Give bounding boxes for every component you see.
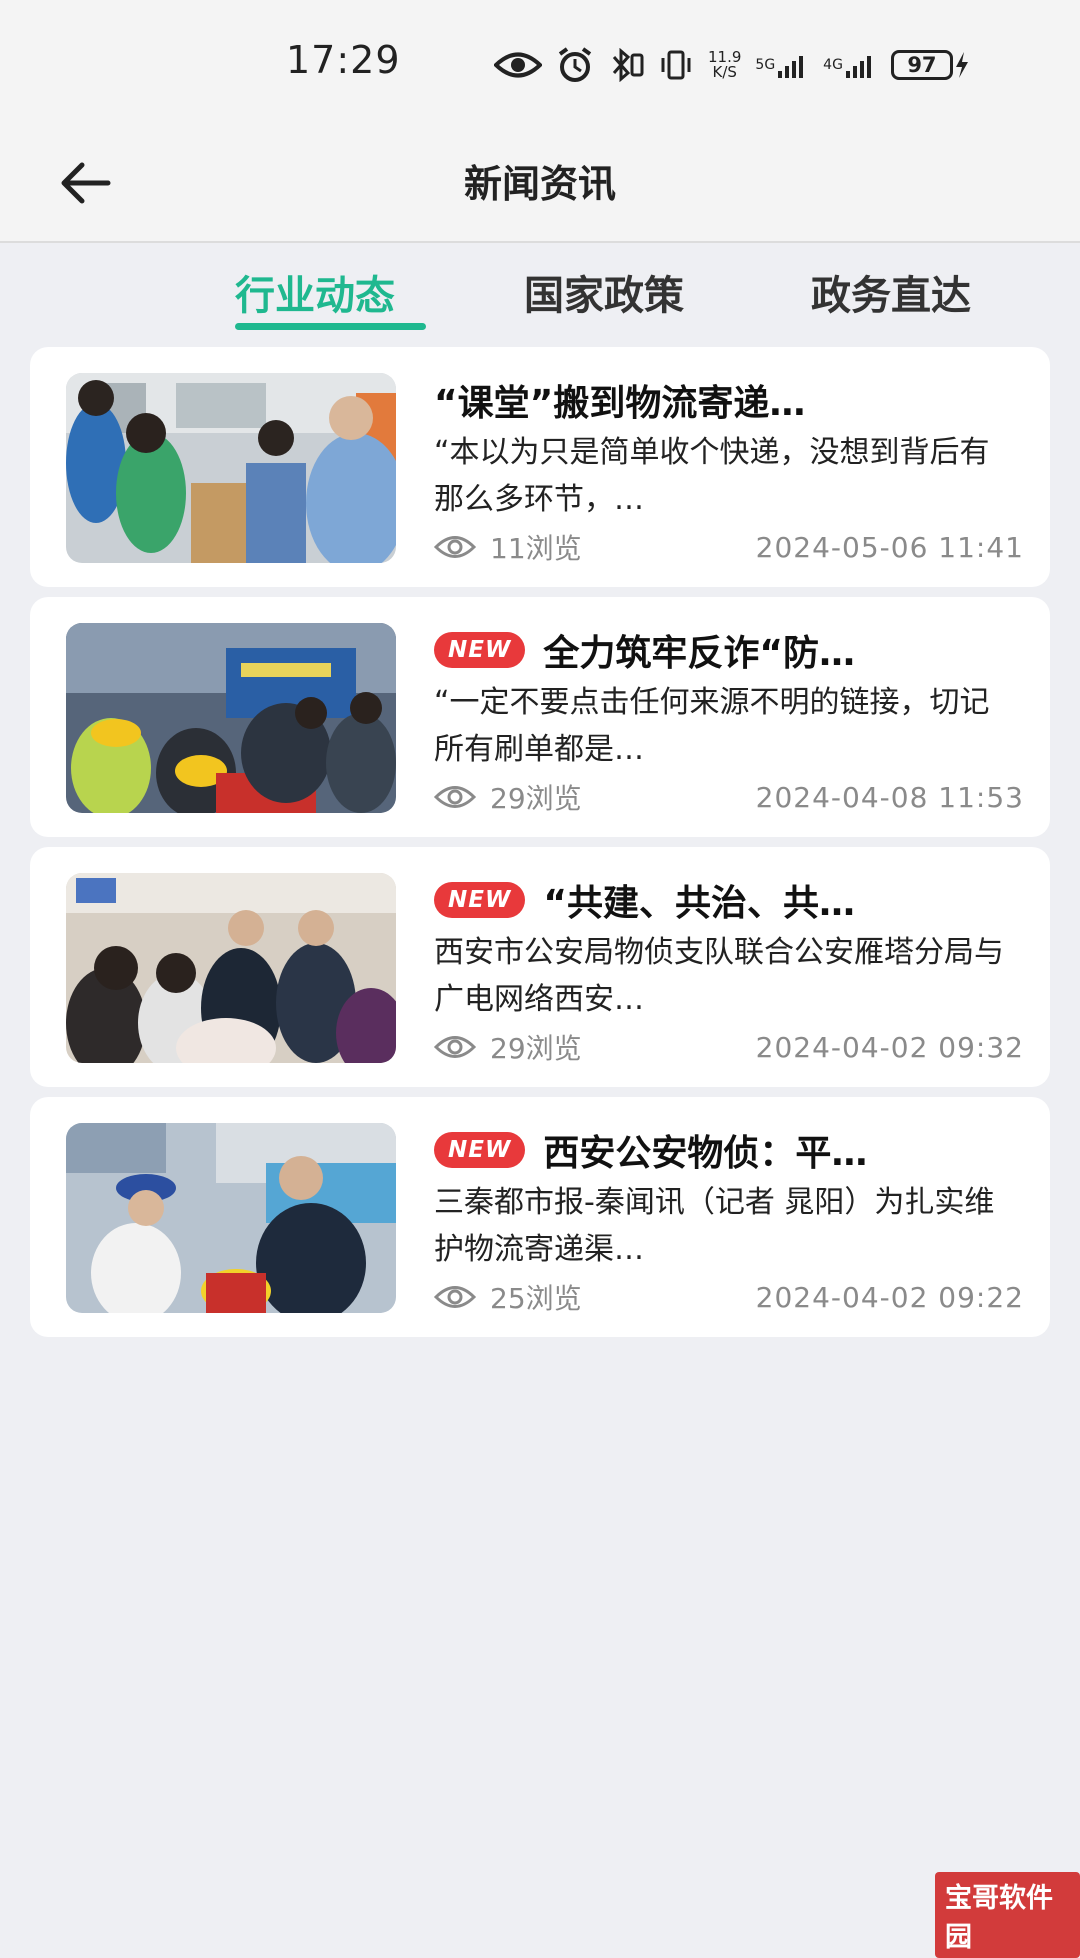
tab-bar: 行业动态 国家政策 政务直达: [0, 243, 1080, 343]
news-meta: 11浏览 2024-05-06 11:41: [434, 527, 1024, 567]
net-speed-unit: K/S: [712, 63, 737, 81]
news-meta: 29浏览 2024-04-08 11:53: [434, 777, 1024, 817]
network-speed: 11.9 K/S: [708, 50, 741, 80]
new-badge: NEW: [434, 632, 526, 668]
battery-level: 97: [890, 50, 953, 80]
app-header: 新闻资讯: [0, 125, 1080, 243]
news-title: “课堂”搬到物流寄递…: [434, 373, 1034, 427]
alarm-icon: [556, 46, 594, 84]
battery-icon: 97: [890, 50, 971, 80]
new-badge: NEW: [434, 882, 526, 918]
tab-national-policy[interactable]: 国家政策: [524, 263, 684, 321]
watermark: 宝哥软件园: [935, 1872, 1080, 1958]
bluetooth-icon: [608, 48, 644, 82]
status-bar: 17:29 11.9 K/S 5G 4G 97: [0, 0, 1080, 125]
news-title: NEW 西安公安物侦：平…: [434, 1123, 1034, 1177]
view-count-eye-icon: [434, 1286, 476, 1308]
view-count: 29浏览: [490, 1032, 582, 1065]
view-count: 29浏览: [490, 782, 582, 815]
news-meta: 29浏览 2024-04-02 09:32: [434, 1027, 1024, 1067]
status-icons: 11.9 K/S 5G 4G 97: [494, 42, 971, 88]
publish-date: 2024-04-02 09:22: [755, 1280, 1024, 1314]
news-title: NEW 全力筑牢反诈“防…: [434, 623, 1034, 677]
view-count: 11浏览: [490, 532, 582, 565]
news-title-text: 全力筑牢反诈“防…: [543, 633, 856, 674]
news-summary: “一定不要点击任何来源不明的链接，切记所有刷单都是…: [434, 685, 990, 767]
publish-date: 2024-04-08 11:53: [755, 780, 1024, 814]
news-card[interactable]: “课堂”搬到物流寄递… “本以为只是简单收个快递，没想到背后有那么多环节，… 1…: [30, 347, 1050, 587]
active-tab-indicator: [235, 323, 426, 330]
view-count-eye-icon: [434, 786, 476, 808]
news-summary: 西安市公安局物侦支队联合公安雁塔分局与广电网络西安…: [434, 935, 1004, 1017]
eye-comfort-icon: [494, 50, 542, 80]
news-title: NEW “共建、共治、共…: [434, 873, 1034, 927]
tab-industry-news[interactable]: 行业动态: [235, 263, 395, 321]
news-title-text: “课堂”搬到物流寄递…: [434, 383, 806, 424]
news-card[interactable]: NEW “共建、共治、共… 西安市公安局物侦支队联合公安雁塔分局与广电网络西安……: [30, 847, 1050, 1087]
signal-5g-label: 5G: [755, 57, 776, 73]
news-summary: “本以为只是简单收个快递，没想到背后有那么多环节，…: [434, 435, 990, 517]
vibrate-icon: [658, 48, 694, 82]
news-title-text: “共建、共治、共…: [543, 883, 856, 924]
new-badge: NEW: [434, 1132, 526, 1168]
publish-date: 2024-04-02 09:32: [755, 1030, 1024, 1064]
status-time: 17:29: [286, 38, 401, 82]
signal-4g-label: 4G: [823, 57, 843, 73]
news-thumbnail: [66, 1123, 396, 1313]
news-thumbnail: [66, 373, 396, 563]
news-card[interactable]: NEW 西安公安物侦：平… 三秦都市报-秦闻讯（记者 晁阳）为扎实维护物流寄递渠…: [30, 1097, 1050, 1337]
tab-government-affairs[interactable]: 政务直达: [811, 263, 971, 321]
signal-4g-icon: 4G: [823, 51, 877, 79]
publish-date: 2024-05-06 11:41: [755, 530, 1024, 564]
news-thumbnail: [66, 873, 396, 1063]
view-count-eye-icon: [434, 1036, 476, 1058]
news-thumbnail: [66, 623, 396, 813]
view-count-eye-icon: [434, 536, 476, 558]
page-title: 新闻资讯: [463, 162, 616, 206]
news-summary: 三秦都市报-秦闻讯（记者 晁阳）为扎实维护物流寄递渠…: [434, 1185, 995, 1267]
news-card[interactable]: NEW 全力筑牢反诈“防… “一定不要点击任何来源不明的链接，切记所有刷单都是……: [30, 597, 1050, 837]
signal-5g-icon: 5G: [755, 51, 809, 79]
view-count: 25浏览: [490, 1282, 582, 1315]
news-meta: 25浏览 2024-04-02 09:22: [434, 1277, 1024, 1317]
news-title-text: 西安公安物侦：平…: [543, 1133, 868, 1174]
